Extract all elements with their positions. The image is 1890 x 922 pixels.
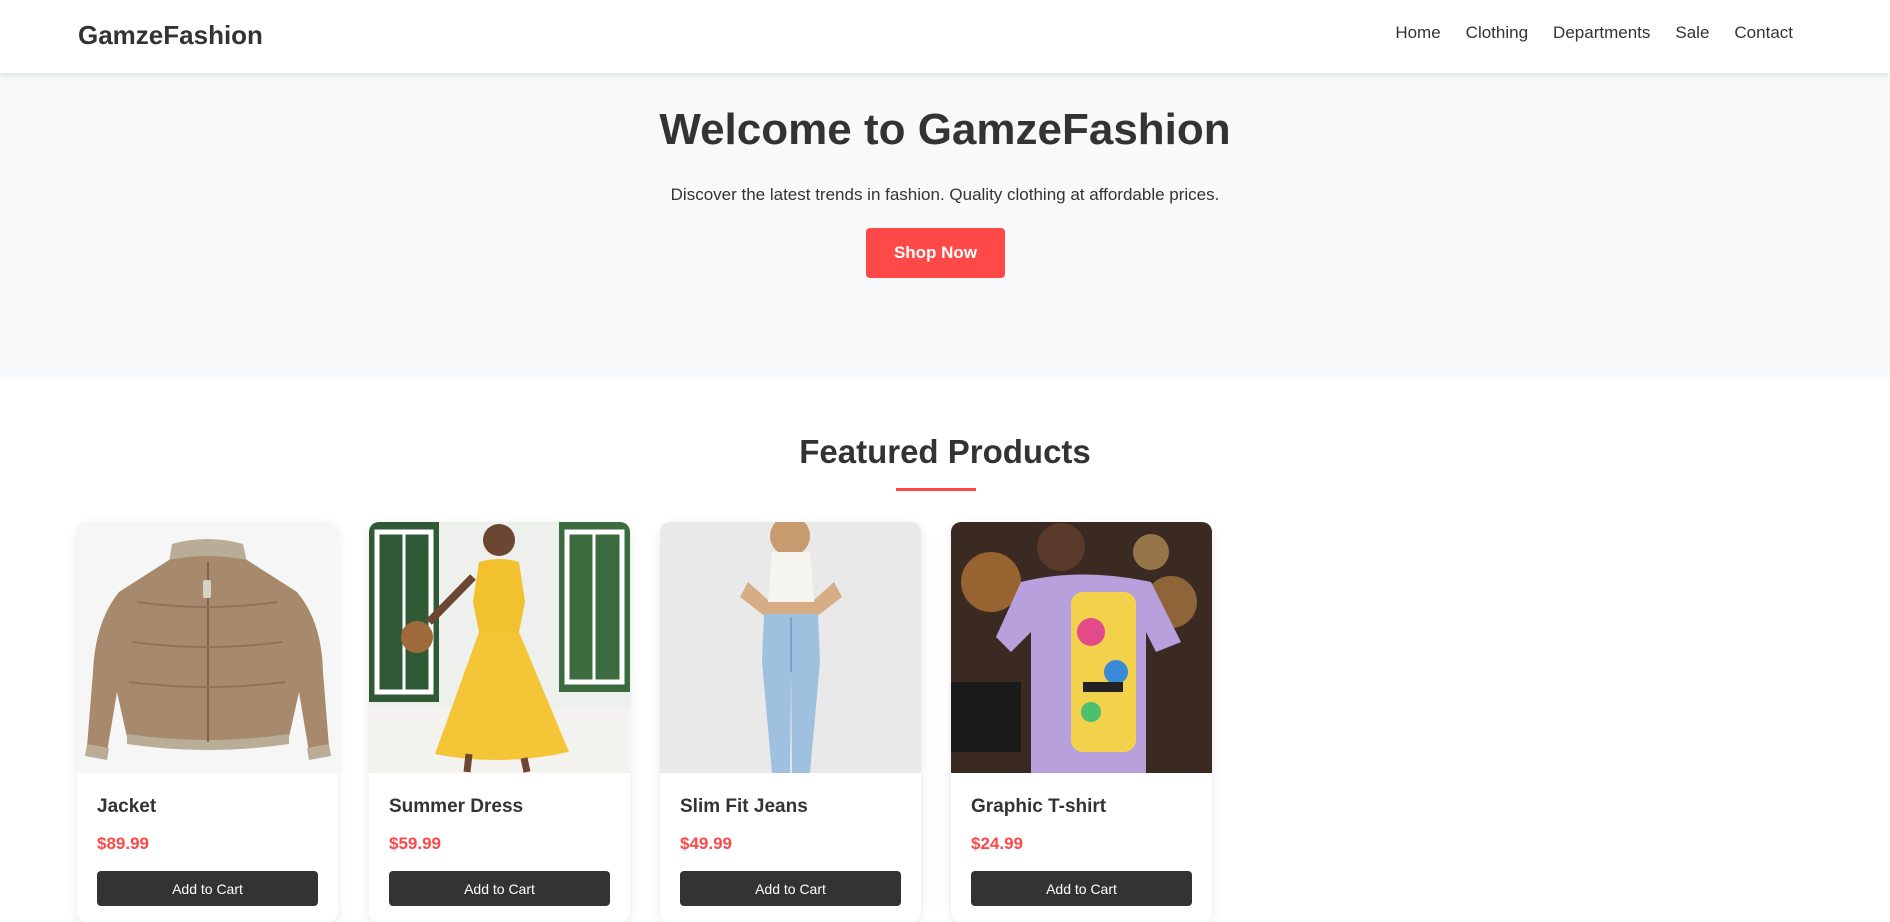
nav-home[interactable]: Home bbox=[1395, 23, 1440, 43]
product-price: $24.99 bbox=[971, 834, 1023, 853]
add-to-cart-button[interactable]: Add to Cart bbox=[680, 871, 901, 906]
featured-products-title: Featured Products bbox=[799, 433, 1091, 470]
product-image-summer-dress[interactable] bbox=[369, 522, 630, 773]
jacket-image bbox=[77, 522, 338, 773]
product-price: $89.99 bbox=[97, 834, 149, 853]
product-card-slim-fit-jeans[interactable]: Slim Fit Jeans $49.99 Add to Cart bbox=[660, 522, 921, 922]
product-name: Summer Dress bbox=[389, 796, 524, 817]
product-price: $59.99 bbox=[389, 834, 441, 853]
product-name: Slim Fit Jeans bbox=[680, 796, 808, 817]
jeans-image bbox=[660, 522, 921, 773]
product-card-jacket[interactable]: Jacket $89.99 Add to Cart bbox=[77, 522, 338, 922]
nav-clothing[interactable]: Clothing bbox=[1466, 23, 1528, 43]
main-nav: Home Clothing Departments Sale Contact bbox=[1395, 23, 1793, 43]
add-to-cart-button[interactable]: Add to Cart bbox=[389, 871, 610, 906]
product-image-jacket[interactable] bbox=[77, 522, 338, 773]
nav-departments[interactable]: Departments bbox=[1553, 23, 1650, 43]
product-price: $49.99 bbox=[680, 834, 732, 853]
product-card-summer-dress[interactable]: Summer Dress $59.99 Add to Cart bbox=[369, 522, 630, 922]
product-card-graphic-tshirt[interactable]: Graphic T-shirt $24.99 Add to Cart bbox=[951, 522, 1212, 922]
nav-contact[interactable]: Contact bbox=[1734, 23, 1793, 43]
product-image-slim-fit-jeans[interactable] bbox=[660, 522, 921, 773]
hero-section: Welcome to GamzeFashion Discover the lat… bbox=[0, 73, 1890, 377]
site-logo[interactable]: GamzeFashion bbox=[78, 20, 263, 51]
add-to-cart-button[interactable]: Add to Cart bbox=[971, 871, 1192, 906]
hero-title: Welcome to GamzeFashion bbox=[659, 105, 1231, 154]
hero-subtitle: Discover the latest trends in fashion. Q… bbox=[670, 185, 1220, 204]
title-underline bbox=[896, 488, 976, 491]
nav-sale[interactable]: Sale bbox=[1675, 23, 1709, 43]
tshirt-image bbox=[951, 522, 1212, 773]
shop-now-button[interactable]: Shop Now bbox=[866, 228, 1005, 278]
product-name: Jacket bbox=[97, 796, 157, 817]
product-name: Graphic T-shirt bbox=[971, 796, 1107, 817]
navbar: GamzeFashion Home Clothing Departments S… bbox=[0, 0, 1890, 73]
dress-image bbox=[369, 522, 630, 773]
product-image-graphic-tshirt[interactable] bbox=[951, 522, 1212, 773]
add-to-cart-button[interactable]: Add to Cart bbox=[97, 871, 318, 906]
